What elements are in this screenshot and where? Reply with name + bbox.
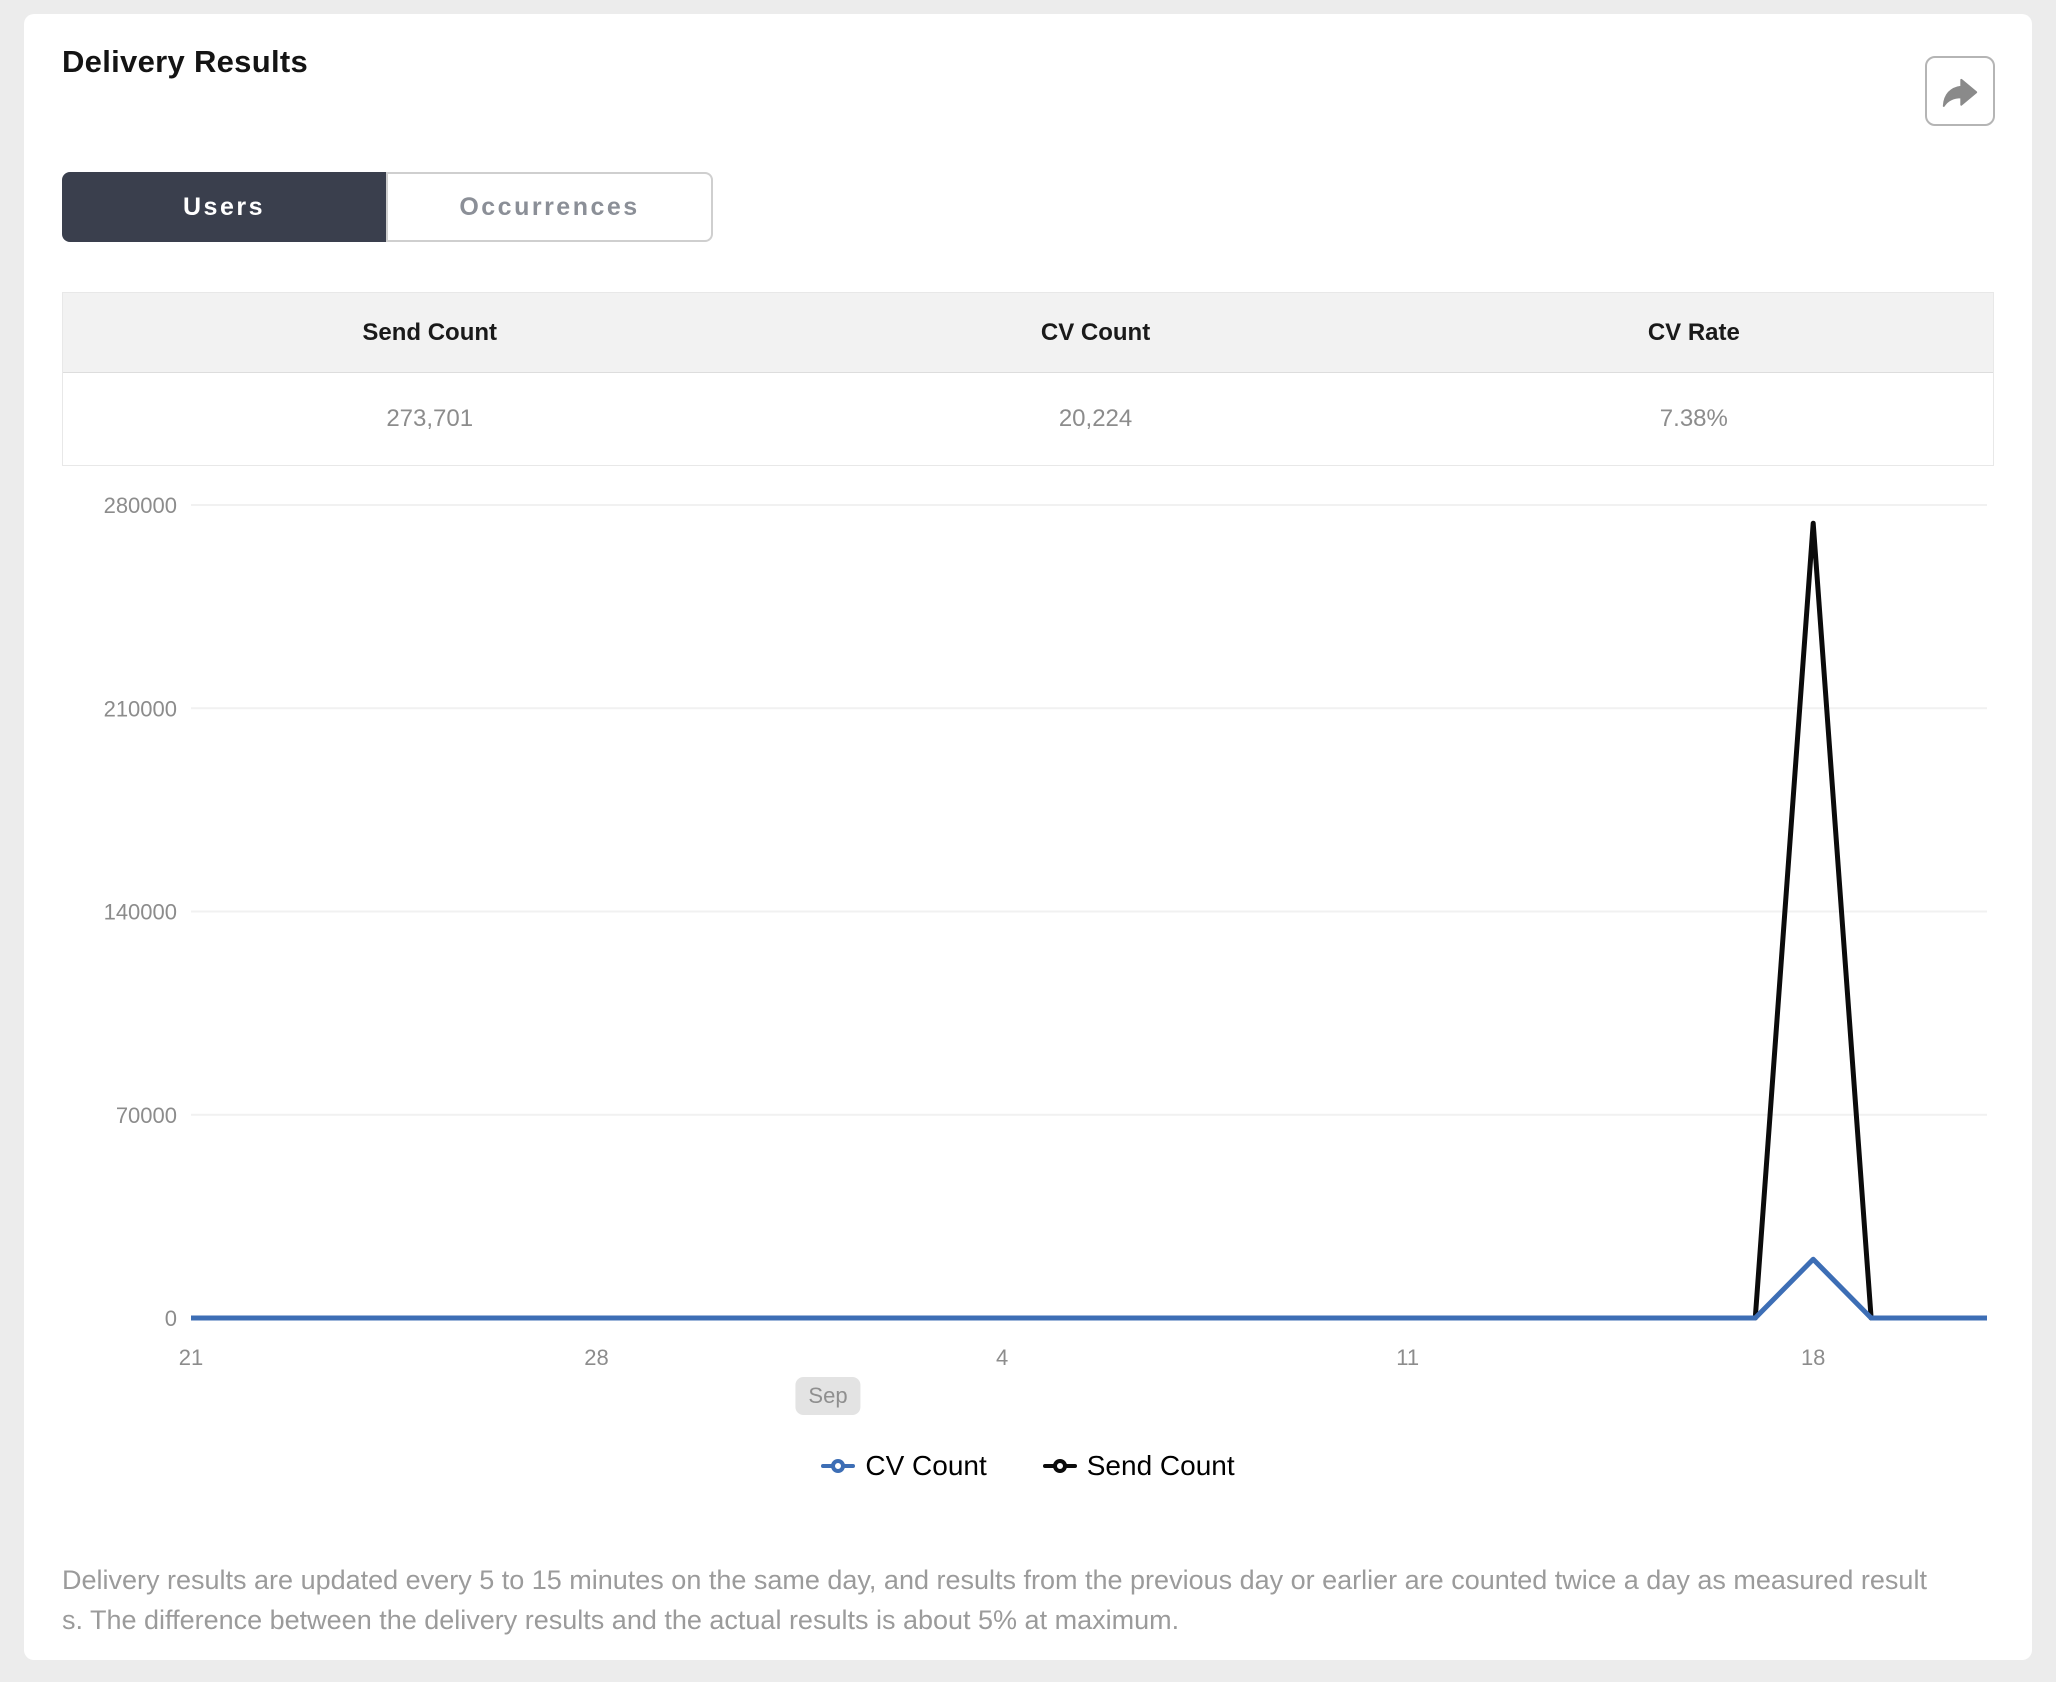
share-icon [1940,71,1980,111]
summary-col-header: CV Count [1040,318,1151,346]
summary-table-value-row: 273,701 20,224 7.38% [63,373,1993,465]
legend-line-marker-icon [1042,1457,1077,1475]
summary-table-header-row: Send Count CV Count CV Rate [63,293,1993,373]
footnote-text: Delivery results are updated every 5 to … [62,1560,2002,1640]
chart-legend: CV Count Send Count [24,1450,2032,1482]
y-axis-tick-label: 0 [165,1306,177,1331]
view-mode-tabs: Users Occurrences [62,172,713,242]
series-line-send-count [191,520,1987,1321]
x-axis-tick-label: 18 [1801,1345,1825,1370]
summary-value: 7.38% [1659,405,1728,432]
month-axis-badge: Sep [795,1377,861,1415]
y-axis-tick-label: 280000 [104,493,177,518]
y-axis-tick-label: 210000 [104,696,177,721]
x-axis-tick-label: 4 [996,1345,1008,1370]
x-axis-tick-label: 11 [1396,1345,1419,1370]
footnote-line: Delivery results are updated every 5 to … [62,1565,1927,1595]
series-line-cv-count [191,1256,1987,1321]
legend-label: CV Count [865,1450,987,1481]
legend-line-marker-icon [821,1457,856,1475]
x-axis-tick-label: 21 [179,1345,203,1370]
x-axis-tick-label: 28 [584,1345,608,1370]
share-button[interactable] [1925,56,1995,126]
legend-item-send-count[interactable]: Send Count [1042,1450,1235,1482]
footnote-line: s. The difference between the delivery r… [62,1605,1180,1635]
legend-label: Send Count [1086,1450,1235,1481]
tab-users[interactable]: Users [62,172,386,242]
y-axis-tick-label: 70000 [116,1103,177,1128]
delivery-results-card: Delivery Results Users Occurrences Send C… [24,14,2032,1660]
legend-item-cv-count[interactable]: CV Count [821,1450,987,1482]
tab-occurrences[interactable]: Occurrences [386,172,713,242]
summary-col-header: CV Rate [1647,318,1740,346]
summary-value: 273,701 [386,405,474,432]
y-axis-tick-label: 140000 [104,900,177,925]
summary-table: Send Count CV Count CV Rate 273,701 20,224 7… [62,292,1994,466]
page-title: Delivery Results [62,44,309,79]
summary-col-header: Send Count [362,318,498,346]
summary-value: 20,224 [1058,405,1133,432]
delivery-chart: 0 70000 140000 210000 280000 21 28 4 11 18 [104,493,1987,1370]
